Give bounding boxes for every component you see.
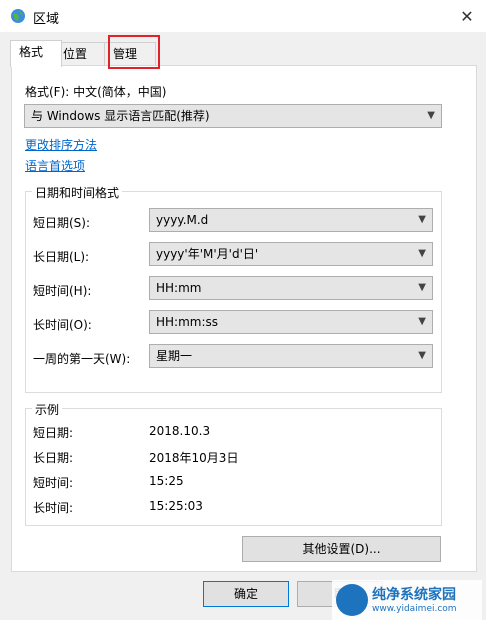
window-title: 区域: [33, 12, 60, 27]
datetime-group: 日期和时间格式 短日期(S): yyyy.M.d ▼ 长日期(L): yyyy'年…: [25, 184, 442, 393]
ok-button[interactable]: 确定: [203, 581, 289, 607]
watermark-url: www.yidaimei.com: [372, 604, 457, 614]
region-dialog: 区域 ✕ 格式 位置 管理 格式(F): 中文(简体，中国) 与 Windows…: [0, 0, 486, 620]
example-short-date-value: 2018.10.3: [149, 424, 211, 438]
watermark-logo-icon: [336, 584, 368, 616]
example-short-time-value: 15:25: [149, 474, 184, 488]
short-time-value: HH:mm: [156, 281, 202, 295]
format-combo-value: 与 Windows 显示语言匹配(推荐): [31, 109, 210, 123]
other-settings-button[interactable]: 其他设置(D)...: [242, 536, 441, 562]
long-time-label: 长时间(O):: [33, 318, 92, 332]
watermark-title: 纯净系统家园: [372, 587, 456, 603]
chevron-down-icon: ▼: [427, 110, 435, 121]
example-long-date-value: 2018年10月3日: [149, 451, 239, 465]
close-button[interactable]: ✕: [454, 4, 480, 28]
close-icon: ✕: [460, 6, 474, 26]
chevron-down-icon: ▼: [418, 350, 426, 361]
example-long-time-value: 15:25:03: [149, 499, 203, 513]
tab-format[interactable]: 格式: [10, 40, 62, 67]
language-preferences-link[interactable]: 语言首选项: [25, 157, 85, 174]
example-group: 示例 短日期: 2018.10.3 长日期: 2018年10月3日 短时间: 1…: [25, 401, 442, 526]
long-date-value: yyyy'年'M'月'd'日': [156, 247, 259, 261]
chevron-down-icon: ▼: [418, 282, 426, 293]
example-short-time-label: 短时间:: [33, 476, 74, 490]
format-combo[interactable]: 与 Windows 显示语言匹配(推荐) ▼: [24, 104, 442, 128]
title-bar: 区域 ✕: [0, 0, 486, 32]
watermark: 纯净系统家园 www.yidaimei.com: [332, 580, 482, 620]
example-long-time-label: 长时间:: [33, 501, 74, 515]
short-time-combo[interactable]: HH:mm ▼: [149, 276, 433, 300]
example-long-date-label: 长日期:: [33, 451, 74, 465]
short-date-label: 短日期(S):: [33, 216, 91, 230]
first-day-label: 一周的第一天(W):: [33, 352, 131, 366]
long-time-value: HH:mm:ss: [156, 315, 219, 329]
short-date-combo[interactable]: yyyy.M.d ▼: [149, 208, 433, 232]
long-date-label: 长日期(L):: [33, 250, 90, 264]
example-group-title: 示例: [32, 401, 63, 418]
change-sort-link[interactable]: 更改排序方法: [25, 136, 97, 153]
chevron-down-icon: ▼: [418, 316, 426, 327]
highlight-box: [108, 35, 160, 69]
first-day-combo[interactable]: 星期一 ▼: [149, 344, 433, 368]
format-label: 格式(F): 中文(简体，中国): [25, 85, 167, 99]
example-short-date-label: 短日期:: [33, 426, 74, 440]
first-day-value: 星期一: [156, 349, 193, 363]
chevron-down-icon: ▼: [418, 248, 426, 259]
datetime-group-title: 日期和时间格式: [32, 184, 123, 201]
chevron-down-icon: ▼: [418, 214, 426, 225]
short-time-label: 短时间(H):: [33, 284, 92, 298]
long-date-combo[interactable]: yyyy'年'M'月'd'日' ▼: [149, 242, 433, 266]
tab-panel: 格式(F): 中文(简体，中国) 与 Windows 显示语言匹配(推荐) ▼ …: [11, 65, 477, 572]
globe-icon: [11, 9, 25, 23]
short-date-value: yyyy.M.d: [156, 213, 209, 227]
long-time-combo[interactable]: HH:mm:ss ▼: [149, 310, 433, 334]
